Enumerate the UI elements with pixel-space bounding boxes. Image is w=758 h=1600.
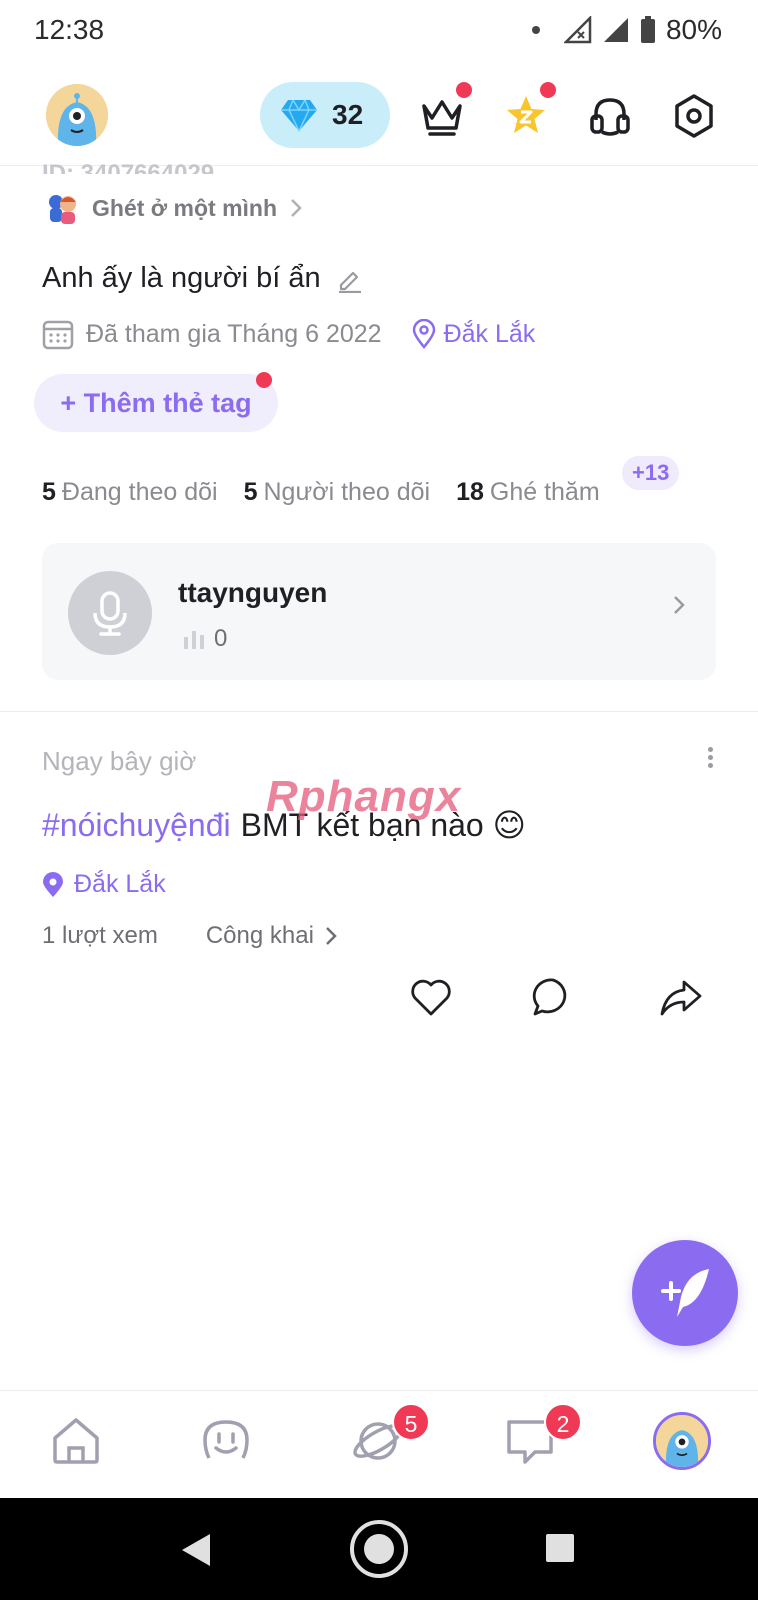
mood-text: Ghét ở một mình (92, 194, 278, 221)
bar-chart-icon (184, 631, 204, 649)
followers-label: Người theo dõi (263, 478, 431, 506)
chevron-right-icon (326, 927, 337, 945)
joined-date: Đã tham gia Tháng 6 2022 (86, 319, 382, 348)
top-header: 32 (0, 66, 758, 166)
crown-icon (422, 100, 462, 136)
settings-icon (675, 94, 713, 138)
status-time: 12:38 (34, 14, 105, 45)
nav-profile[interactable] (652, 1411, 712, 1471)
post-stats: 1 lượt xem Công khai (42, 922, 338, 950)
followers-stat[interactable]: 5 Người theo dõi (244, 478, 430, 507)
settings-button[interactable] (670, 92, 718, 140)
nav-home[interactable] (46, 1411, 106, 1471)
calendar-icon (42, 320, 74, 350)
diamond-count: 32 (332, 99, 364, 130)
star-icon (507, 96, 545, 133)
location-pin-icon (412, 319, 435, 349)
support-button[interactable] (586, 92, 634, 140)
watermark: Rphangx (266, 772, 462, 821)
like-heart-icon[interactable] (408, 974, 454, 1020)
post-views: 1 lượt xem (42, 922, 158, 949)
visits-stat[interactable]: 18 Ghé thăm (456, 478, 600, 507)
add-tag-notification-dot (256, 372, 272, 388)
no-signal-icon (563, 16, 592, 44)
section-divider (0, 711, 758, 712)
messages-badge: 2 (544, 1403, 582, 1441)
add-tag-label: + Thêm thẻ tag (60, 387, 252, 418)
chevron-right-icon (674, 596, 685, 614)
user-avatar[interactable] (46, 84, 108, 146)
diamond-icon (281, 99, 317, 132)
stats-row: 5 Đang theo dõi 5 Người theo dõi 18 Ghé thă… (42, 478, 600, 507)
android-navigation-bar (0, 1498, 758, 1600)
new-visits-badge: +13 (622, 456, 680, 490)
following-count: 5 (42, 478, 56, 506)
post-privacy-label: Công khai (205, 922, 314, 949)
voice-room-name: ttaynguyen (178, 577, 328, 608)
lonely-couple-icon (49, 195, 76, 224)
bio-row[interactable]: Anh ấy là người bí ẩn (42, 262, 363, 295)
comment-bubble-icon[interactable] (530, 974, 576, 1020)
crown-button[interactable] (418, 82, 472, 140)
status-bar: 12:38 80% (0, 0, 758, 66)
post-location[interactable]: Đắk Lắk (42, 870, 166, 899)
voice-room-card[interactable]: ttaynguyen 0 (42, 543, 716, 680)
post-privacy[interactable]: Công khai (206, 922, 338, 950)
post-time: Ngay bây giờ (42, 746, 197, 776)
new-post-button[interactable] (632, 1240, 738, 1346)
following-label: Đang theo dõi (61, 478, 218, 506)
crown-notification-dot (456, 82, 472, 98)
face-icon (203, 1420, 249, 1459)
voice-count-value: 0 (214, 625, 228, 652)
visits-label: Ghé thăm (489, 478, 600, 506)
star-notification-dot (540, 82, 556, 98)
diamond-balance-button[interactable]: 32 (260, 82, 390, 148)
followers-count: 5 (243, 478, 258, 506)
more-options-icon[interactable] (700, 744, 720, 774)
location-pin-icon (43, 871, 63, 897)
nav-face[interactable] (196, 1411, 256, 1471)
edit-pencil-icon[interactable] (335, 265, 363, 293)
share-arrow-icon[interactable] (658, 974, 704, 1020)
mood-row[interactable]: Ghét ở một mình (44, 190, 303, 226)
add-feather-icon (661, 1269, 709, 1317)
user-id-line: ID: 3407664029 (42, 160, 215, 174)
battery-icon (640, 16, 655, 43)
nav-explore[interactable]: 5 (348, 1403, 430, 1471)
alien-avatar-icon (46, 84, 108, 146)
back-icon[interactable] (178, 1530, 214, 1570)
alien-avatar-icon (656, 1415, 708, 1467)
status-icons: 80% (531, 14, 722, 46)
meta-row: Đã tham gia Tháng 6 2022 Đắk Lắk (42, 318, 535, 350)
following-stat[interactable]: 5 Đang theo dõi (42, 478, 218, 507)
post-location-text: Đắk Lắk (74, 870, 166, 898)
home-icon (53, 1418, 99, 1464)
chevron-right-icon (291, 199, 302, 217)
voice-listen-count: 0 (182, 625, 227, 653)
profile-avatar (653, 1412, 711, 1470)
microphone-icon (93, 591, 127, 636)
recents-square-icon[interactable] (544, 1532, 576, 1564)
voice-avatar (68, 571, 152, 655)
home-circle-icon[interactable] (348, 1518, 410, 1580)
star-button[interactable] (502, 82, 556, 140)
profile-location: Đắk Lắk (412, 319, 536, 349)
nav-messages[interactable]: 2 (500, 1403, 582, 1471)
post-hashtag[interactable]: #nóichuyệnđi (42, 807, 231, 844)
headset-icon (590, 98, 630, 136)
signal-icon (603, 18, 628, 42)
visits-count: 18 (456, 478, 484, 506)
profile-location-text: Đắk Lắk (443, 319, 536, 348)
add-tag-button[interactable]: + Thêm thẻ tag (34, 372, 278, 432)
explore-badge: 5 (392, 1403, 430, 1441)
bio-text: Anh ấy là người bí ẩn (42, 262, 321, 294)
notification-dot-icon (531, 26, 540, 34)
bottom-navigation: 5 2 (0, 1390, 758, 1498)
battery-percent: 80% (665, 14, 722, 45)
